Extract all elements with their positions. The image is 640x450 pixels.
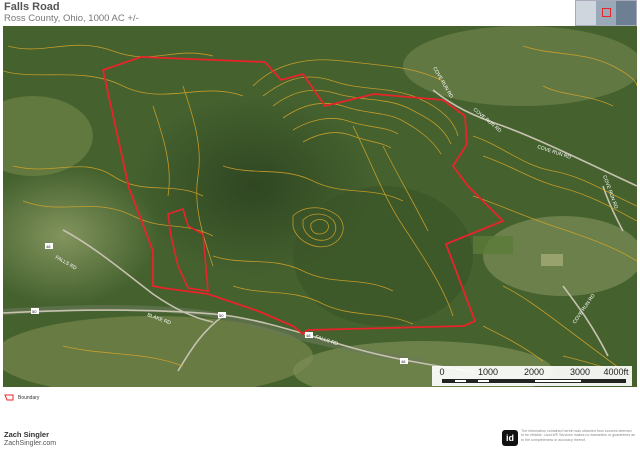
route-shield: 48 [400, 358, 408, 364]
route-shield: 50 [218, 312, 226, 318]
route-shield: 50 [31, 308, 39, 314]
boundary-swatch-icon [4, 394, 14, 401]
agent-name: Zach Singler [4, 430, 50, 439]
aerial-map[interactable]: FALLS RD BLAKE RD FALLS RD COVE RUN RD C… [3, 26, 637, 387]
forest-south [293, 186, 473, 326]
map-legend: Boundary [4, 394, 39, 401]
scale-bar: 0 1000 2000 3000 4000ft [432, 366, 632, 386]
disclaimer: The information contained herein was obt… [521, 429, 635, 442]
field-patch-2 [541, 254, 563, 266]
map-canvas[interactable]: FALLS RD BLAKE RD FALLS RD COVE RUN RD C… [3, 26, 637, 387]
svg-text:48: 48 [401, 359, 406, 364]
route-shield: 48 [45, 243, 53, 249]
scale-label-1000: 1000 [477, 367, 499, 377]
map-title: Falls Road [4, 1, 60, 13]
svg-text:48: 48 [306, 333, 311, 338]
scale-bar-graphic [442, 379, 626, 383]
scale-label-3000: 3000 [569, 367, 591, 377]
agent-info: Zach Singler ZachSingler.com [4, 430, 56, 447]
land-id-logo: id [502, 430, 518, 446]
locator-thumbnail[interactable] [575, 0, 637, 26]
map-header: Falls Road Ross County, Ohio, 1000 AC +/… [0, 0, 640, 26]
legend-label-boundary: Boundary [18, 394, 40, 401]
scale-label-4000: 4000ft [603, 367, 629, 377]
svg-text:50: 50 [32, 309, 37, 314]
route-shield: 48 [305, 332, 313, 338]
svg-text:50: 50 [219, 313, 224, 318]
map-subtitle: Ross County, Ohio, 1000 AC +/- [4, 13, 139, 24]
svg-text:48: 48 [46, 244, 51, 249]
field-patch [473, 236, 513, 254]
scale-label-2000: 2000 [523, 367, 545, 377]
agent-website[interactable]: ZachSingler.com [4, 440, 56, 447]
scale-label-0: 0 [439, 367, 445, 377]
